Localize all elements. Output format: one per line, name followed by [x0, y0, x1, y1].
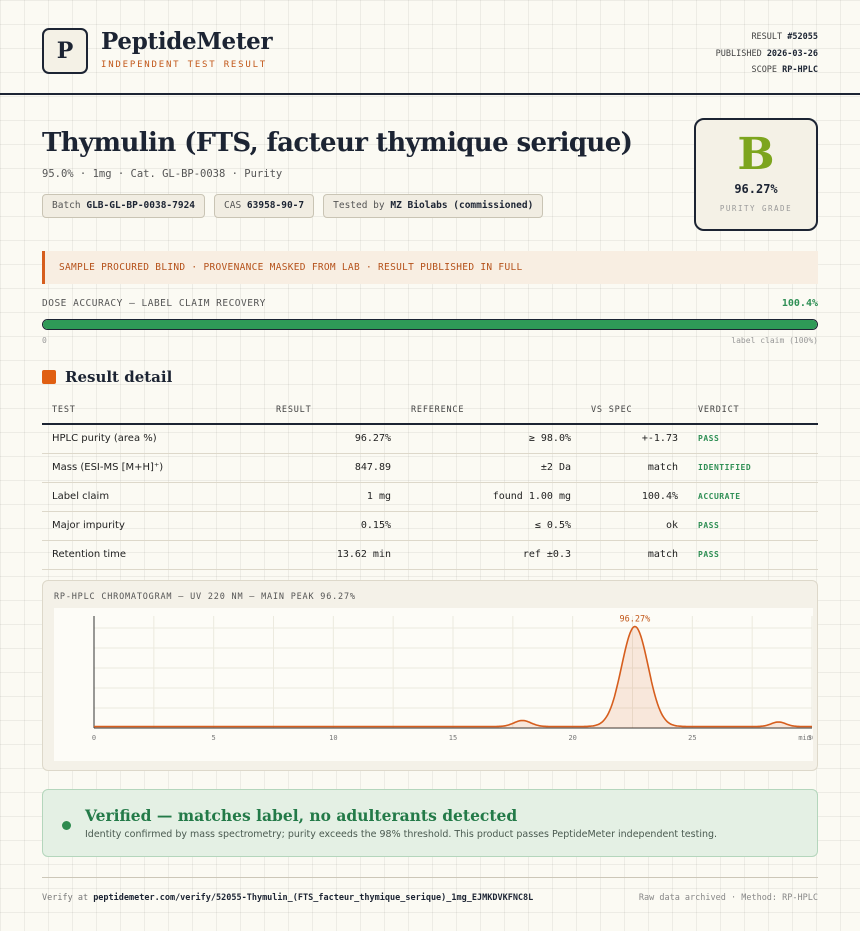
- meta-scope: SCOPE RP-HPLC: [751, 65, 818, 75]
- cell-result: 1 mg: [266, 482, 401, 512]
- tested-by-chip: Tested by MZ Biolabs (commissioned): [323, 194, 544, 218]
- dose-max-label: label claim (100%): [731, 336, 818, 345]
- chromatogram-svg: 96.27%051015202530min: [92, 615, 816, 743]
- cell-reference: ref ±0.3: [401, 540, 581, 570]
- x-tick-label: 0: [92, 734, 96, 742]
- cell-reference: found 1.00 mg: [401, 482, 581, 512]
- cell-result: 13.62 min: [266, 540, 401, 570]
- x-tick-label: 5: [212, 734, 216, 742]
- cell-result: 0.15%: [266, 511, 401, 541]
- dose-accuracy-value: 100.4%: [781, 298, 818, 309]
- product-title: Thymulin (FTS, facteur thymique serique): [42, 128, 633, 158]
- cell-reference: ≥ 98.0%: [401, 424, 581, 454]
- cell-test: Retention time: [42, 540, 266, 570]
- footer-divider: [42, 877, 818, 878]
- grade-percent: 96.27%: [734, 182, 778, 196]
- verify-link[interactable]: Verify at peptidemeter.com/verify/52055-…: [42, 893, 533, 903]
- col-verdict: VERDICT: [688, 397, 818, 425]
- cell-reference: ≤ 0.5%: [401, 511, 581, 541]
- cell-result: 847.89: [266, 453, 401, 483]
- product-subtitle: 95.0% · 1mg · Cat. GL-BP-0038 · Purity: [42, 168, 283, 180]
- table-header-row: TEST RESULT REFERENCE VS SPEC VERDICT: [42, 397, 818, 425]
- cell-result: 96.27%: [266, 424, 401, 454]
- cell-vs-spec: match: [581, 453, 688, 483]
- peak-label: 96.27%: [620, 615, 651, 625]
- cas-chip: CAS 63958-90-7: [214, 194, 315, 218]
- x-axis-unit: min: [798, 734, 811, 742]
- cell-test: Major impurity: [42, 511, 266, 541]
- table-row: Major impurity 0.15% ≤ 0.5% ok PASS: [42, 511, 818, 541]
- chromatogram-panel: RP-HPLC CHROMATOGRAM — UV 220 NM — MAIN …: [42, 580, 818, 771]
- blind-sample-banner: SAMPLE PROCURED BLIND · PROVENANCE MASKE…: [42, 251, 818, 284]
- section-title: Result detail: [65, 368, 173, 386]
- cell-vs-spec: 100.4%: [581, 482, 688, 512]
- footer-method: Raw data archived · Method: RP-HPLC: [638, 893, 818, 903]
- batch-chip: Batch GLB-GL-BP-0038-7924: [42, 194, 206, 218]
- cell-verdict: PASS: [688, 511, 818, 541]
- cell-vs-spec: match: [581, 540, 688, 570]
- table-row: HPLC purity (area %) 96.27% ≥ 98.0% +-1.…: [42, 424, 818, 454]
- grade-letter: B: [737, 129, 775, 180]
- x-tick-label: 20: [568, 734, 576, 742]
- results-table: TEST RESULT REFERENCE VS SPEC VERDICT HP…: [42, 397, 818, 570]
- verified-title: Verified — matches label, no adulterants…: [85, 806, 518, 825]
- chromatogram-plot: 96.27%051015202530min: [54, 608, 816, 761]
- cell-verdict: PASS: [688, 424, 818, 454]
- report-header: P PeptideMeter INDEPENDENT TEST RESULT R…: [0, 0, 860, 95]
- cell-test: HPLC purity (area %): [42, 424, 266, 454]
- x-tick-label: 15: [449, 734, 457, 742]
- meta-published: PUBLISHED 2026-03-26: [715, 48, 818, 59]
- cell-test: Mass (ESI-MS [M+H]⁺): [42, 453, 266, 483]
- cell-verdict: ACCURATE: [688, 482, 818, 512]
- x-tick-label: 25: [688, 734, 696, 742]
- table-row: Mass (ESI-MS [M+H]⁺) 847.89 ±2 Da match …: [42, 453, 818, 483]
- col-vs-spec: VS SPEC: [581, 397, 688, 425]
- x-tick-label: 10: [329, 734, 337, 742]
- cell-verdict: PASS: [688, 540, 818, 570]
- verified-dot-icon: [62, 821, 71, 830]
- chromatogram-caption: RP-HPLC CHROMATOGRAM — UV 220 NM — MAIN …: [54, 592, 356, 602]
- verified-box: Verified — matches label, no adulterants…: [42, 789, 818, 857]
- section-marker-icon: [42, 370, 56, 384]
- grade-caption: PURITY GRADE: [719, 204, 793, 213]
- brand-tagline: INDEPENDENT TEST RESULT: [101, 60, 268, 70]
- dose-progress-bar: [42, 319, 818, 330]
- cell-verdict: IDENTIFIED: [688, 453, 818, 483]
- purity-grade-card: B 96.27% PURITY GRADE: [694, 118, 818, 231]
- verified-description: Identity confirmed by mass spectrometry;…: [85, 829, 718, 840]
- cell-test: Label claim: [42, 482, 266, 512]
- result-meta: RESULT #52055 PUBLISHED 2026-03-26 SCOPE…: [716, 29, 818, 79]
- product-chips: Batch GLB-GL-BP-0038-7924 CAS 63958-90-7…: [42, 194, 544, 218]
- meta-result: RESULT #52055: [751, 32, 818, 42]
- col-reference: REFERENCE: [401, 397, 581, 425]
- col-result: RESULT: [266, 397, 401, 425]
- brand-name: PeptideMeter: [101, 28, 273, 55]
- cell-vs-spec: +-1.73: [581, 424, 688, 454]
- table-row: Retention time 13.62 min ref ±0.3 match …: [42, 540, 818, 570]
- dose-min-label: 0: [42, 336, 47, 345]
- cell-reference: ±2 Da: [401, 453, 581, 483]
- table-row: Label claim 1 mg found 1.00 mg 100.4% AC…: [42, 482, 818, 512]
- col-test: TEST: [42, 397, 266, 425]
- logo-mark: P: [42, 28, 88, 74]
- dose-progress-fill: [43, 320, 817, 329]
- cell-vs-spec: ok: [581, 511, 688, 541]
- dose-accuracy-label: DOSE ACCURACY — LABEL CLAIM RECOVERY: [42, 298, 266, 309]
